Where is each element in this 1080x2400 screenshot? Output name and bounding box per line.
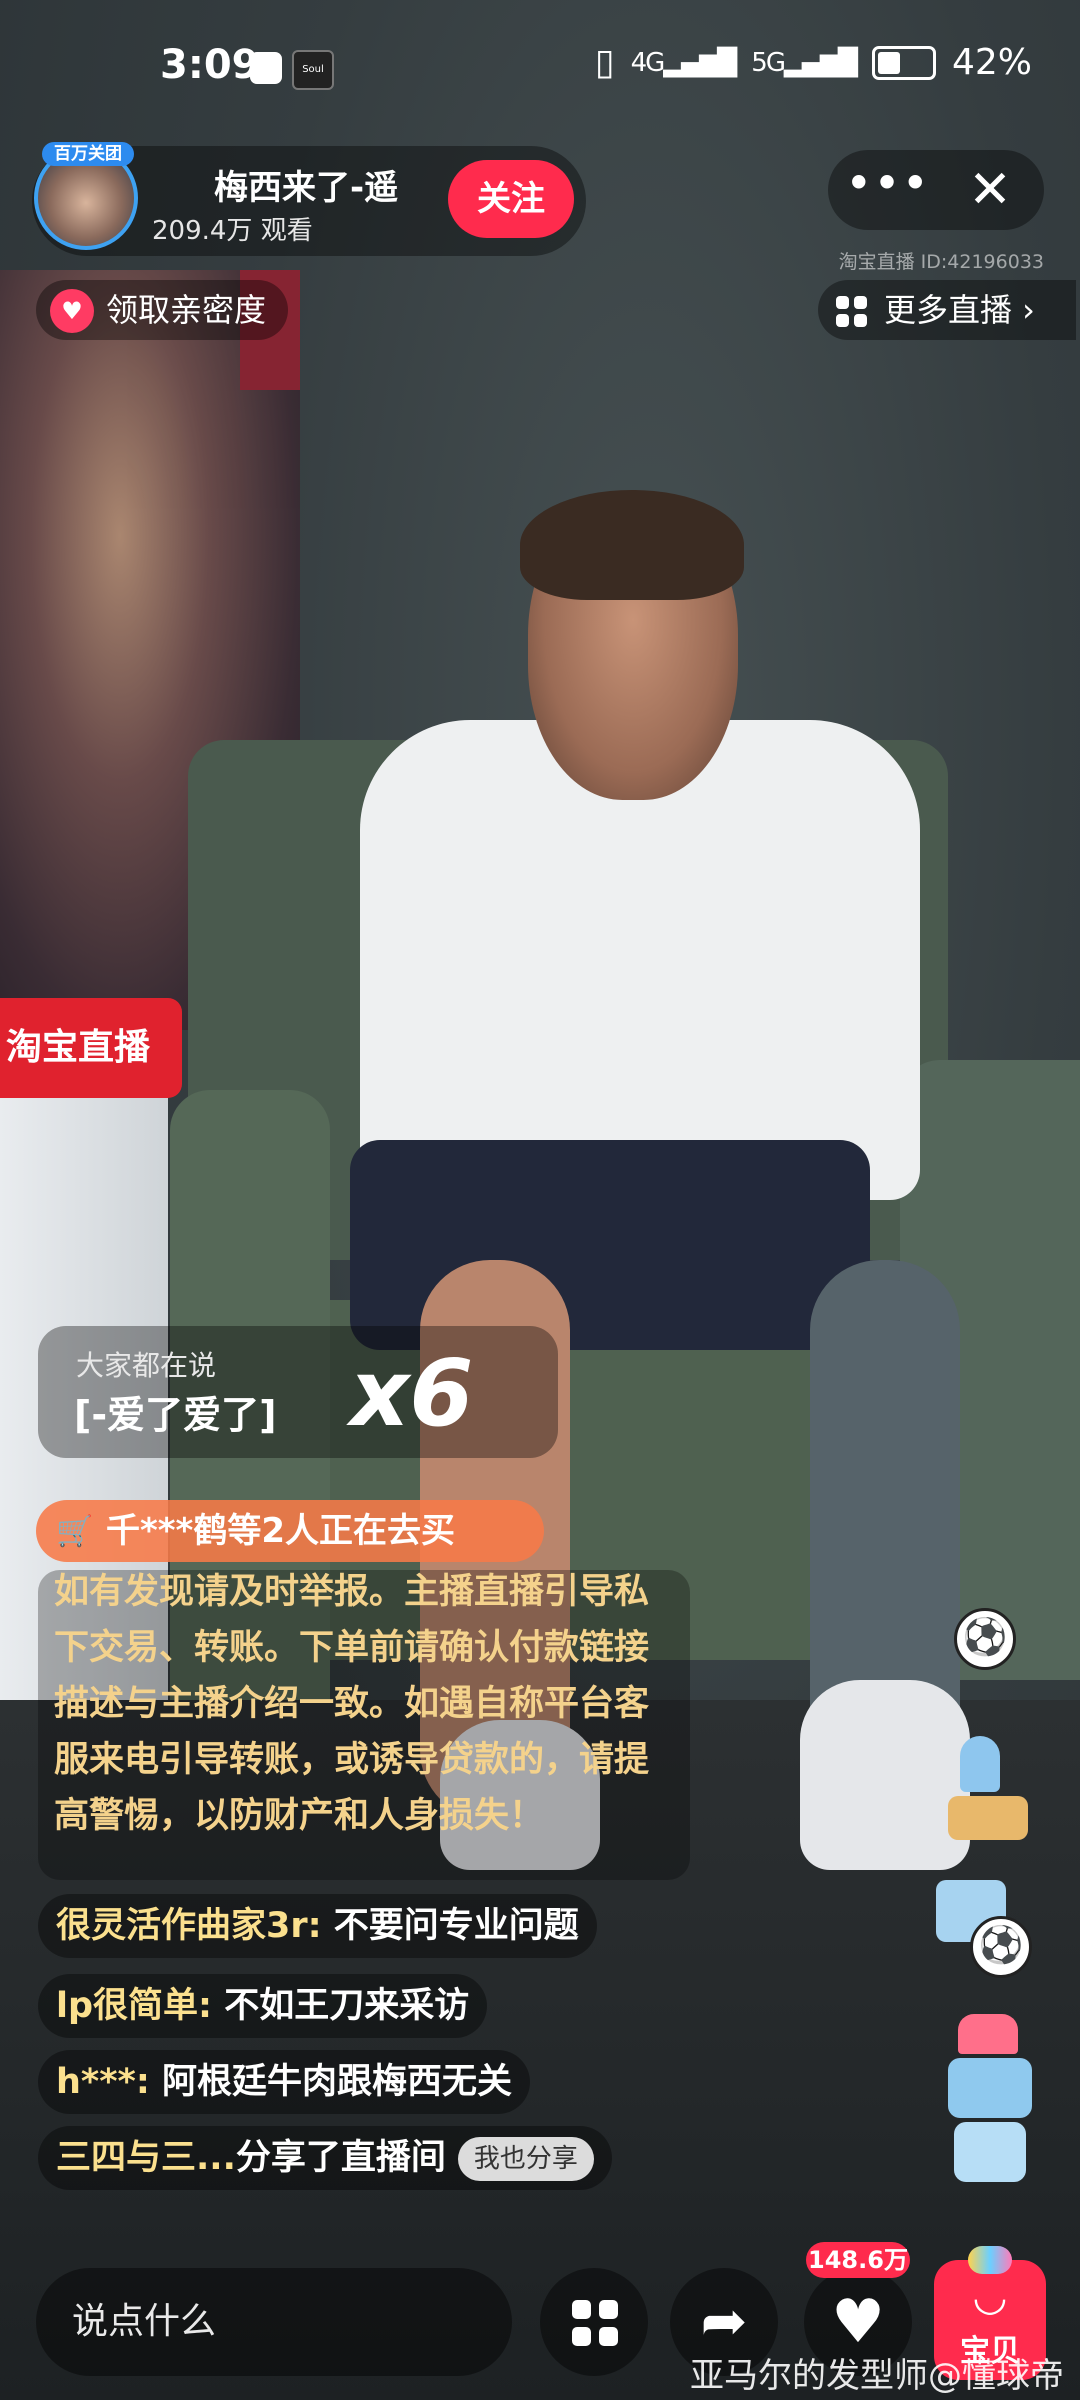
comment-item[interactable]: 很灵活作曲家3r: 不要问专业问题 — [38, 1894, 597, 1958]
comment-item[interactable]: h***: 阿根廷牛肉跟梅西无关 — [38, 2050, 531, 2114]
watermark: 亚马尔的发型师@懂球帝 — [690, 2356, 1064, 2396]
comment-user: h***: — [56, 2062, 163, 2102]
view-count: 209.4万 观看 — [152, 216, 313, 246]
comment-text: 不如王刀来采访 — [224, 1986, 470, 2026]
safety-notice-text: 如有发现请及时举报。主播直播引导私下交易、转账。下单前请确认付款链接描述与主播介… — [54, 1572, 650, 1836]
follow-button[interactable]: 关注 — [448, 160, 574, 238]
more-icon[interactable]: ••• — [846, 150, 932, 230]
signal-4g-icon: 4G▂▄▆█ — [630, 47, 738, 78]
signal-5g-icon: 5G▂▄▆█ — [751, 47, 858, 78]
taobao-live-sign: 淘宝直播 — [0, 998, 182, 1098]
room-id: 淘宝直播 ID:42196033 — [838, 251, 1044, 273]
battery-percent: 42% — [951, 42, 1032, 83]
also-share-button[interactable]: 我也分享 — [457, 2137, 594, 2181]
vibrate-icon: ▯ — [594, 42, 615, 83]
close-icon[interactable]: ✕ — [950, 150, 1030, 230]
hot-comment-text: [-爱了爱了] — [74, 1393, 277, 1437]
comment-text: 阿根廷牛肉跟梅西无关 — [162, 2062, 513, 2102]
comment-input[interactable]: 说点什么 — [36, 2268, 512, 2376]
grid-icon — [572, 2300, 618, 2346]
shoe-right — [800, 1680, 970, 1870]
comment-user: 很灵活作曲家3r: — [56, 1906, 334, 1946]
gift-tower-icon[interactable] — [948, 2014, 1032, 2186]
hot-comment-count: x6 — [350, 1340, 474, 1447]
status-right: ▯ 4G▂▄▆█ 5G▂▄▆█ 42% — [595, 42, 1032, 83]
avatar-tag: 百万关团 — [42, 142, 134, 166]
soccer-ball-icon[interactable]: ⚽ — [954, 1608, 1016, 1670]
app-notification-icon — [250, 52, 282, 84]
host-name[interactable]: 梅西来了-遥 — [214, 160, 426, 209]
more-live-label[interactable]: 更多直播 › — [884, 280, 1035, 340]
soul-app-icon: Soul — [292, 50, 334, 90]
comment-text: 分享了直播间 — [235, 2138, 446, 2178]
comment-item[interactable]: lp很简单: 不如王刀来采访 — [38, 1974, 488, 2038]
soccer-ball-icon: ⚽ — [970, 1916, 1032, 1978]
comment-text: 不要问专业问题 — [333, 1906, 579, 1946]
comment-user: 三四与三... — [56, 2138, 236, 2178]
comment-item[interactable]: 三四与三...分享了直播间 我也分享 — [38, 2126, 612, 2190]
heart-icon: ♥ — [50, 289, 94, 333]
menu-grid-button[interactable] — [540, 2268, 648, 2376]
status-bar: 3:09 Soul ▯ 4G▂▄▆█ 5G▂▄▆█ 42% — [0, 0, 1080, 130]
cart-icon: 🛒 — [56, 1514, 94, 1549]
status-time: 3:09 — [160, 42, 260, 88]
live-video[interactable]: 淘宝直播 — [0, 0, 1080, 2400]
trophy-cake-icon[interactable] — [948, 1736, 1028, 1846]
person-hair — [520, 490, 744, 600]
jersey-ball-icon[interactable]: ⚽ — [936, 1880, 1032, 1980]
hot-comment-title: 大家都在说 — [76, 1349, 217, 1382]
shopping-bag-icon: ◡ — [972, 2274, 1008, 2320]
comment-user: lp很简单: — [56, 1986, 225, 2026]
battery-icon — [871, 45, 936, 80]
like-count-badge: 148.6万 — [806, 2242, 910, 2278]
grid-icon — [836, 296, 868, 328]
buying-notice[interactable]: 千***鹤等2人正在去买 — [36, 1500, 544, 1562]
